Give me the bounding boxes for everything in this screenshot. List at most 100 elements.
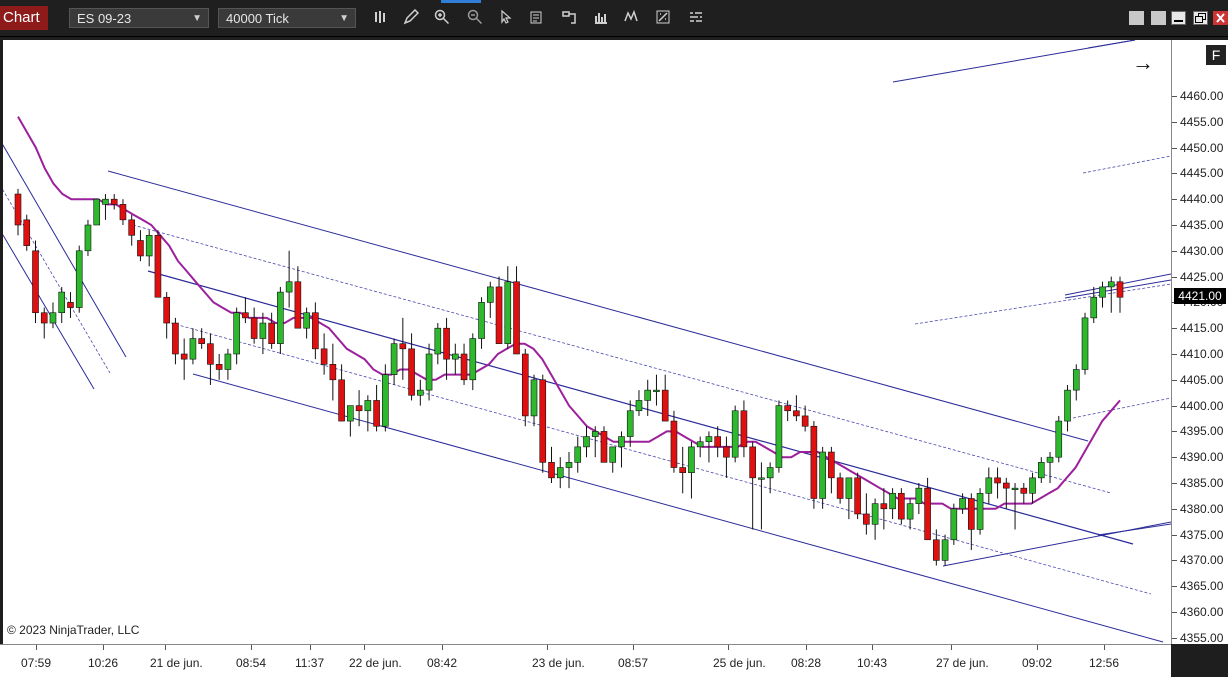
candle[interactable] [504, 266, 512, 349]
candle[interactable] [84, 219, 92, 256]
candle[interactable] [486, 281, 494, 318]
candle[interactable] [985, 467, 993, 504]
candle[interactable] [382, 364, 389, 432]
candle[interactable] [941, 534, 949, 566]
price-chart[interactable] [0, 39, 1172, 644]
candle[interactable] [180, 338, 188, 380]
candle[interactable] [338, 364, 345, 422]
candle[interactable] [224, 348, 232, 380]
candle[interactable] [460, 343, 468, 385]
candle[interactable] [102, 194, 109, 220]
candle[interactable] [285, 250, 293, 308]
candle[interactable] [49, 302, 57, 329]
candle[interactable] [635, 390, 643, 416]
candle[interactable] [556, 457, 564, 489]
candle[interactable] [819, 446, 826, 509]
price-axis[interactable]: 4460.00 4455.00 4450.00 4445.00 4440.00 4435.… [1171, 40, 1228, 645]
candle[interactable] [863, 493, 870, 535]
candle[interactable] [1046, 452, 1054, 483]
candle[interactable] [626, 400, 634, 447]
candle[interactable] [163, 292, 170, 339]
indicators-icon[interactable] [592, 9, 610, 27]
candle[interactable] [329, 343, 337, 401]
data-box-icon[interactable] [528, 9, 546, 27]
candle[interactable] [93, 198, 101, 226]
candle[interactable] [1011, 483, 1019, 530]
candle[interactable] [915, 483, 923, 514]
pointer-icon[interactable] [497, 9, 515, 27]
candle[interactable] [513, 266, 520, 355]
candle[interactable] [810, 421, 818, 509]
candle[interactable] [312, 302, 319, 360]
layout-1-button[interactable] [1129, 11, 1144, 25]
candle[interactable] [434, 323, 442, 365]
candle[interactable] [1055, 415, 1063, 463]
pencil-icon[interactable] [402, 8, 420, 27]
candle[interactable] [521, 348, 529, 427]
candle[interactable] [390, 338, 398, 385]
candle[interactable] [994, 467, 1001, 499]
candle[interactable] [828, 446, 835, 494]
candle[interactable] [198, 328, 205, 349]
candle[interactable] [1099, 281, 1106, 308]
candle[interactable] [259, 312, 267, 354]
close-icon[interactable] [1213, 11, 1228, 25]
candle[interactable] [696, 436, 704, 458]
candle[interactable] [119, 199, 127, 225]
candle[interactable] [836, 472, 844, 504]
candle[interactable] [145, 230, 153, 267]
candle[interactable] [242, 297, 249, 324]
candle[interactable] [189, 328, 197, 365]
candle[interactable] [679, 446, 686, 494]
candle[interactable] [539, 374, 547, 473]
candle[interactable] [653, 374, 660, 406]
candle[interactable] [574, 436, 582, 473]
candle[interactable] [775, 400, 783, 473]
candlesticks[interactable] [14, 188, 1124, 566]
arrow-right-icon[interactable]: → [1132, 50, 1154, 76]
minimize-icon[interactable] [1171, 11, 1186, 25]
candle[interactable] [758, 462, 765, 530]
candle[interactable] [618, 431, 625, 468]
candle[interactable] [1037, 457, 1045, 483]
restore-icon[interactable] [1193, 11, 1208, 25]
candle[interactable] [609, 446, 617, 473]
candle[interactable] [548, 446, 555, 483]
candle[interactable] [137, 230, 144, 262]
candle[interactable] [294, 266, 302, 329]
candle[interactable] [23, 214, 31, 251]
candle[interactable] [530, 374, 538, 427]
candle[interactable] [32, 240, 39, 324]
candle[interactable] [670, 410, 678, 473]
candle[interactable] [1064, 384, 1071, 432]
candle[interactable] [793, 395, 800, 422]
candle[interactable] [1116, 276, 1124, 313]
candle[interactable] [373, 384, 380, 432]
candle[interactable] [75, 245, 83, 313]
candle[interactable] [889, 488, 896, 520]
candle[interactable] [688, 441, 695, 499]
candle[interactable] [40, 307, 48, 339]
templates-icon[interactable] [654, 9, 672, 27]
properties-icon[interactable] [560, 9, 578, 27]
candle[interactable] [207, 333, 214, 385]
candle[interactable] [1072, 364, 1080, 401]
candle[interactable] [740, 400, 748, 458]
candle[interactable] [1029, 472, 1036, 504]
candle[interactable] [303, 307, 310, 339]
candle[interactable] [583, 426, 590, 458]
candle[interactable] [452, 343, 459, 375]
chart-trader-icon[interactable] [687, 9, 705, 27]
candle[interactable] [1107, 276, 1115, 313]
time-axis[interactable]: 07:59 10:26 21 de jun. 08:54 11:37 22 de jun.… [0, 644, 1171, 677]
candle[interactable] [661, 374, 669, 422]
candle[interactable] [478, 297, 485, 349]
candle[interactable] [443, 317, 450, 380]
candle[interactable] [565, 452, 573, 489]
candle[interactable] [154, 230, 162, 298]
candle[interactable] [417, 379, 424, 406]
candle[interactable] [854, 472, 861, 520]
candle[interactable] [250, 307, 258, 344]
zoom-out-icon[interactable] [466, 9, 484, 27]
candle[interactable] [968, 493, 975, 551]
